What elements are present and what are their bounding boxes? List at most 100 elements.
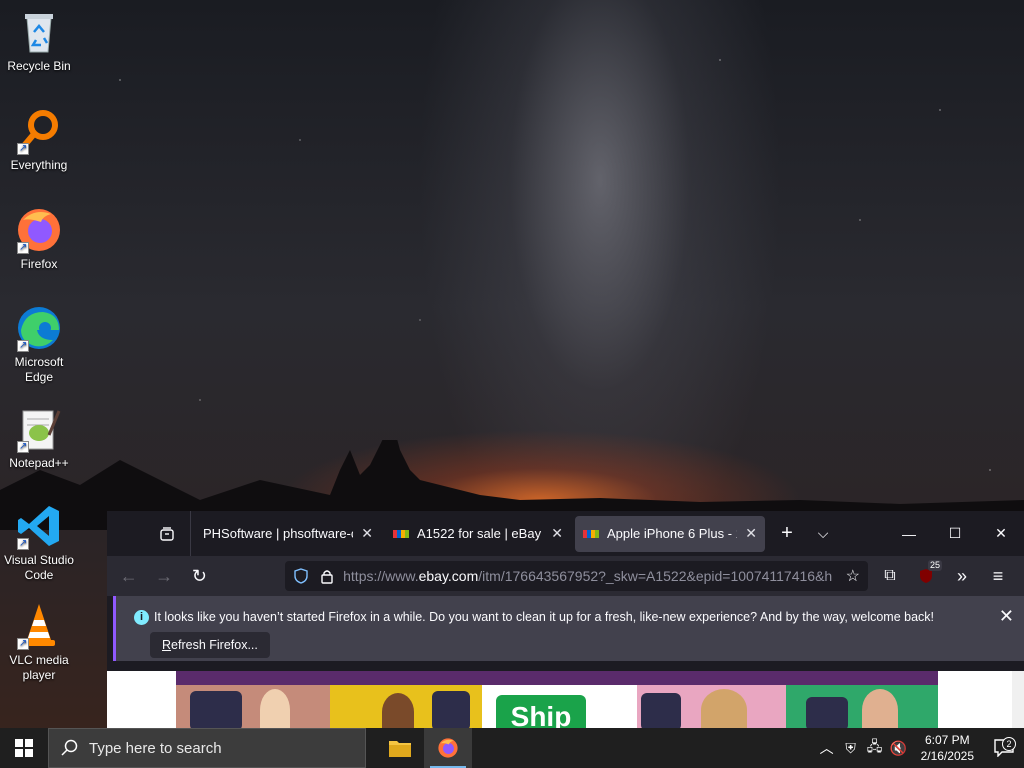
firefox-icon	[438, 738, 458, 758]
navigation-toolbar: ← → ↻ https://www.ebay.com/itm/176643567…	[107, 556, 1024, 596]
volume-muted-icon[interactable]: 🔇	[887, 740, 911, 757]
tracking-protection-shield-icon[interactable]	[293, 568, 309, 584]
tab-bar: PHSoftware | phsoftware-cor ✕ A1522 for …	[107, 511, 1024, 556]
desktop-icon-label: Recycle Bin	[7, 59, 71, 73]
desktop-icon-vscode[interactable]: Visual Studio Code	[0, 502, 78, 583]
window-controls: — ☐ ✕	[886, 511, 1024, 556]
tab-ebay-search[interactable]: A1522 for sale | eBay ✕	[385, 516, 571, 552]
shortcut-arrow-icon	[17, 636, 29, 651]
chevron-down-icon: ⌵	[817, 525, 829, 541]
new-tab-button[interactable]: +	[769, 516, 805, 552]
refresh-firefox-notification: i It looks like you haven’t started Fire…	[113, 596, 1024, 661]
page-content: Ship	[107, 671, 1024, 728]
desktop-icon-label: Firefox	[20, 257, 58, 271]
security-status-icon[interactable]: ⛨	[839, 740, 863, 757]
lock-icon[interactable]	[319, 568, 335, 584]
desktop-icon-recycle-bin[interactable]: Recycle Bin	[0, 8, 78, 74]
minimize-button[interactable]: —	[886, 511, 932, 556]
desktop-icon-everything[interactable]: Everything	[0, 107, 78, 173]
shortcut-arrow-icon	[17, 536, 29, 551]
banner-panel	[330, 685, 482, 728]
info-icon: i	[134, 610, 149, 625]
taskbar-search-box[interactable]: Type here to search	[48, 728, 366, 768]
taskbar-firefox[interactable]	[424, 728, 472, 768]
phone-card-image	[190, 691, 242, 728]
close-notification-icon[interactable]: ✕	[999, 606, 1014, 627]
desktop-icon-firefox[interactable]: Firefox	[0, 206, 78, 272]
back-button[interactable]: ←	[113, 560, 144, 592]
desktop-icon-vlc[interactable]: VLC media player	[0, 602, 78, 683]
shortcut-arrow-icon	[17, 240, 29, 255]
close-tab-icon[interactable]: ✕	[745, 525, 757, 542]
ublock-button[interactable]: 25	[910, 560, 942, 592]
taskbar-file-explorer[interactable]	[376, 728, 424, 768]
bookmark-star-icon[interactable]: ☆	[846, 566, 860, 586]
system-tray: ︿ ⛨ 🖧 🔇 6:07 PM 2/16/2025 2	[815, 728, 1024, 768]
taskbar: Type here to search ︿ ⛨ 🖧 🔇 6:07 PM 2/16…	[0, 728, 1024, 768]
firefox-icon	[15, 206, 63, 255]
ship-label: Ship	[496, 695, 586, 728]
plus-icon: +	[781, 522, 793, 544]
ebay-favicon-icon	[583, 529, 599, 538]
tab-phsoftware[interactable]: PHSoftware | phsoftware-cor ✕	[195, 516, 381, 552]
tab-title: A1522 for sale | eBay	[417, 526, 542, 541]
edge-icon	[15, 304, 63, 353]
folder-icon	[389, 741, 411, 757]
close-tab-icon[interactable]: ✕	[361, 525, 373, 542]
desktop-icon-label: VLC media player	[9, 653, 69, 682]
show-hidden-icons-chevron-up-icon[interactable]: ︿	[815, 738, 839, 758]
banner-panel	[786, 685, 938, 728]
refresh-firefox-label: efresh Firefox...	[171, 638, 258, 652]
person-image	[701, 689, 747, 728]
recycle-bin-icon	[15, 8, 63, 56]
banner-panel: Ship	[482, 685, 637, 728]
double-chevron-right-icon: »	[956, 565, 967, 586]
toolbar-right: ⧉ 25 » ≡	[874, 560, 1018, 592]
promo-banner[interactable]: Ship	[176, 671, 938, 728]
phone-card-image	[432, 691, 470, 728]
ublock-badge: 25	[927, 560, 942, 571]
banner-panel	[176, 685, 330, 728]
desktop-icon-edge[interactable]: Microsoft Edge	[0, 304, 78, 385]
page-scrollbar[interactable]	[1012, 671, 1024, 728]
close-tab-icon[interactable]: ✕	[551, 525, 563, 542]
firefox-window: PHSoftware | phsoftware-cor ✕ A1522 for …	[107, 511, 1024, 728]
search-icon	[61, 739, 78, 756]
person-image	[862, 689, 898, 728]
close-window-button[interactable]: ✕	[978, 511, 1024, 556]
firefox-view-icon	[159, 526, 174, 541]
url-bar[interactable]: https://www.ebay.com/itm/176643567952?_s…	[285, 561, 868, 591]
search-placeholder: Type here to search	[89, 739, 222, 757]
start-button[interactable]	[0, 728, 48, 768]
extensions-button[interactable]: ⧉	[874, 560, 906, 592]
url-text: https://www.ebay.com/itm/176643567952?_s…	[343, 568, 840, 584]
more-tools-button[interactable]: »	[946, 560, 978, 592]
everything-search-icon	[15, 107, 63, 156]
tab-ebay-item[interactable]: Apple iPhone 6 Plus - 128 ✕	[575, 515, 765, 552]
notification-message: It looks like you haven’t started Firefo…	[154, 610, 935, 624]
notification-count-badge: 2	[1002, 737, 1016, 751]
desktop-icon-notepadpp[interactable]: Notepad++	[0, 405, 78, 471]
app-menu-button[interactable]: ≡	[982, 560, 1014, 592]
desktop-icon-label: Visual Studio Code	[4, 553, 74, 582]
list-all-tabs-button[interactable]: ⌵	[805, 516, 841, 552]
url-host: ebay.com	[418, 568, 479, 584]
desktop-icon-label: Everything	[10, 158, 68, 172]
refresh-firefox-accel: R	[162, 638, 172, 652]
reload-button[interactable]: ↻	[184, 560, 215, 592]
maximize-button[interactable]: ☐	[932, 511, 978, 556]
forward-button[interactable]: →	[148, 560, 179, 592]
clock[interactable]: 6:07 PM 2/16/2025	[911, 732, 984, 764]
tab-title: Apple iPhone 6 Plus - 128	[607, 526, 737, 541]
refresh-firefox-button[interactable]: Refresh Firefox...	[150, 632, 270, 658]
arrow-right-icon: →	[155, 565, 174, 586]
desktop-icon-label: Microsoft Edge	[14, 355, 64, 384]
action-center-button[interactable]: 2	[984, 737, 1024, 757]
phone-card-image	[806, 697, 848, 728]
network-icon[interactable]: 🖧	[863, 736, 887, 760]
person-image	[260, 689, 290, 728]
firefox-view-button[interactable]	[143, 511, 191, 556]
windows-logo-icon	[15, 739, 33, 757]
hamburger-menu-icon: ≡	[992, 565, 1004, 586]
shortcut-arrow-icon	[17, 439, 29, 454]
